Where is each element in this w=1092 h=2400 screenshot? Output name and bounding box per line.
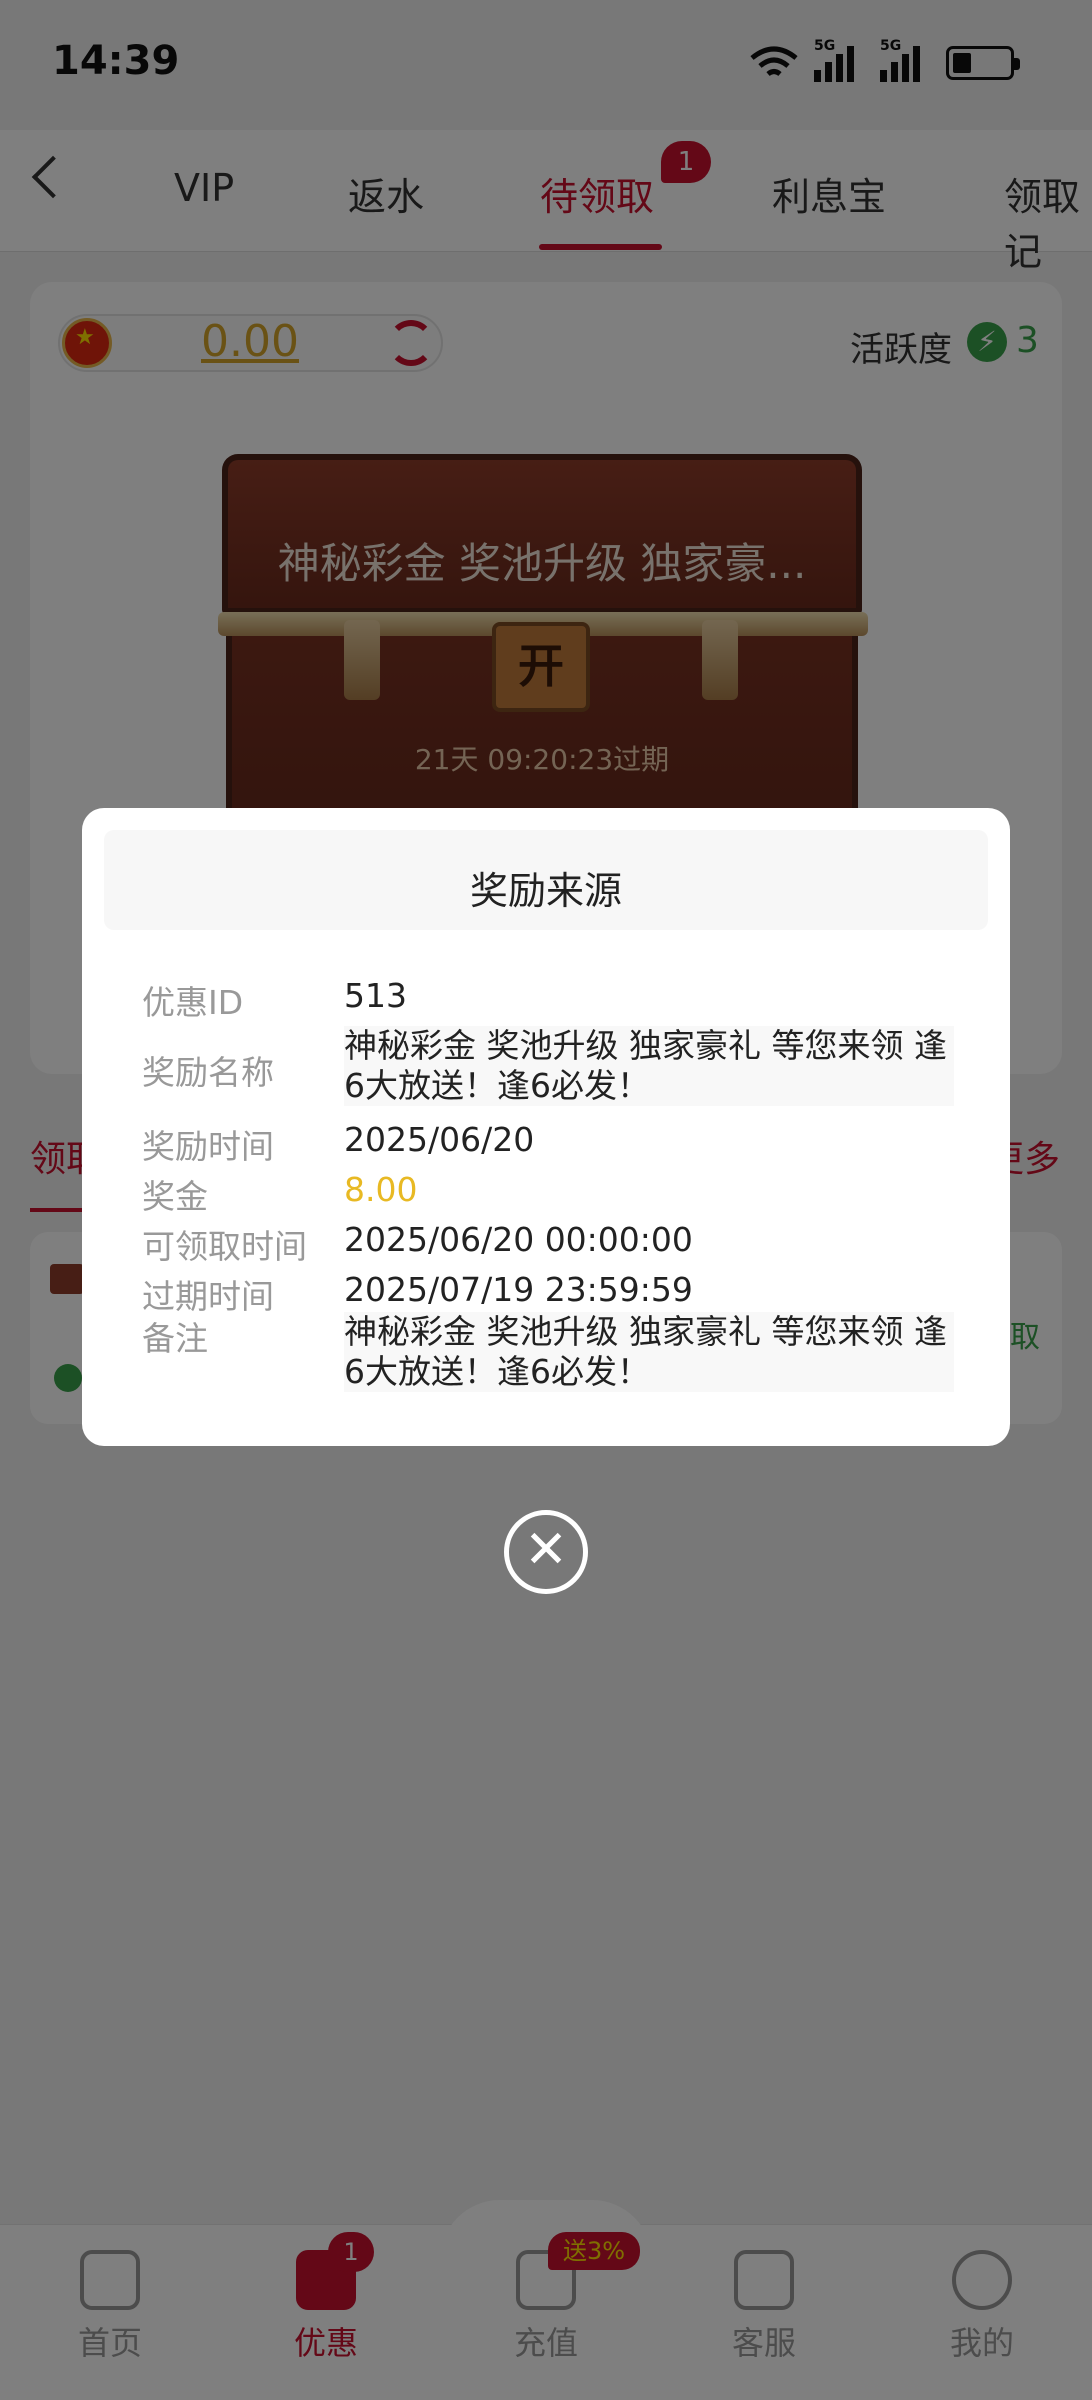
row-label: 备注 [142, 1319, 208, 1358]
row-value: 神秘彩金 奖池升级 独家豪礼 等您来领 逢6大放送！逢6必发！ [344, 1312, 954, 1392]
row-label: 奖励时间 [142, 1127, 274, 1166]
row-value: 2025/07/19 23:59:59 [344, 1270, 693, 1309]
row-label: 奖金 [142, 1177, 208, 1216]
modal-title: 奖励来源 [469, 869, 622, 913]
row-label: 优惠ID [142, 983, 244, 1022]
close-icon[interactable]: ✕ [504, 1510, 588, 1594]
row-value: 2025/06/20 [344, 1120, 535, 1159]
row-label: 可领取时间 [142, 1227, 307, 1266]
row-value: 513 [344, 976, 407, 1015]
row-value: 8.00 [344, 1170, 418, 1209]
row-label: 奖励名称 [142, 1053, 274, 1092]
row-value: 神秘彩金 奖池升级 独家豪礼 等您来领 逢6大放送！逢6必发！ [344, 1026, 954, 1106]
row-label: 过期时间 [142, 1277, 274, 1316]
row-value: 2025/06/20 00:00:00 [344, 1220, 693, 1259]
